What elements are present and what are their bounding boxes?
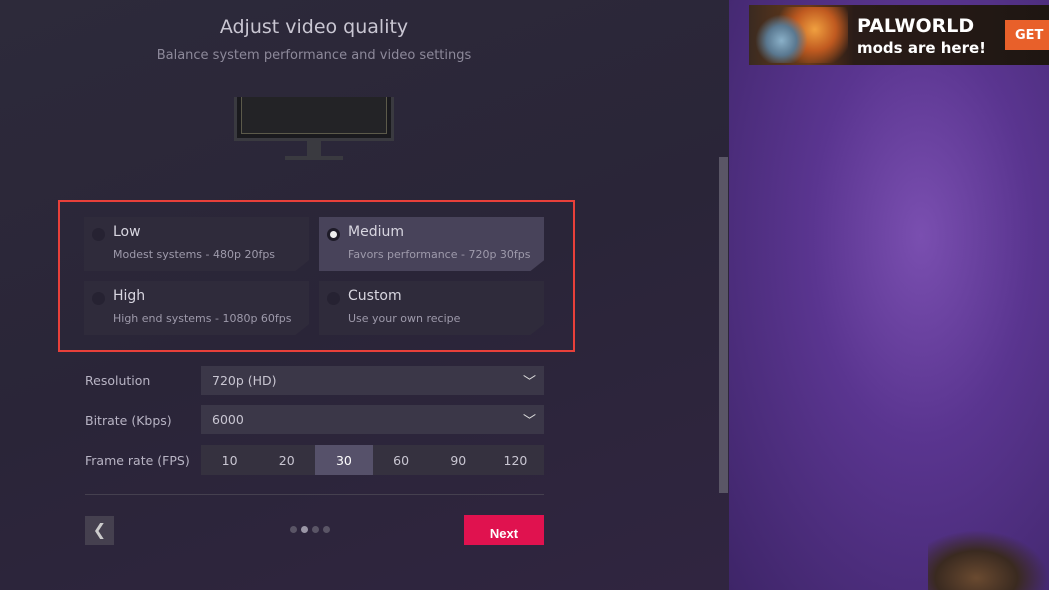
page-dot [290, 526, 297, 533]
ad-banner[interactable]: PALWORLD mods are here! GET [749, 5, 1049, 65]
preset-name: Low [113, 224, 141, 240]
chevron-down-icon: ﹀ [523, 410, 536, 429]
bitrate-select[interactable]: 6000 ﹀ [201, 405, 544, 434]
preset-name: Custom [348, 288, 402, 304]
back-button[interactable]: ❮ [85, 516, 114, 545]
radio-icon[interactable] [327, 292, 340, 305]
resolution-value: 720p (HD) [212, 373, 277, 388]
fps-option[interactable]: 10 [201, 445, 258, 475]
framerate-label: Frame rate (FPS) [85, 453, 190, 468]
preset-low[interactable]: Low Modest systems - 480p 20fps [84, 217, 309, 271]
preset-desc: High end systems - 1080p 60fps [113, 312, 292, 325]
monitor-stand [285, 141, 343, 161]
fps-option[interactable]: 60 [373, 445, 430, 475]
background-art [729, 0, 1049, 590]
chevron-down-icon: ﹀ [523, 371, 536, 390]
bitrate-value: 6000 [212, 412, 244, 427]
radio-icon[interactable] [327, 228, 340, 241]
page-dot [323, 526, 330, 533]
preset-desc: Favors performance - 720p 30fps [348, 248, 531, 261]
fps-option[interactable]: 90 [430, 445, 487, 475]
radio-icon[interactable] [92, 292, 105, 305]
preset-desc: Modest systems - 480p 20fps [113, 248, 275, 261]
ad-title: PALWORLD [857, 15, 974, 37]
monitor-illustration [234, 97, 394, 141]
framerate-selector: 10 20 30 60 90 120 [201, 445, 544, 475]
preset-medium[interactable]: Medium Favors performance - 720p 30fps [319, 217, 544, 271]
ad-subtitle: mods are here! [857, 39, 986, 57]
fps-option-selected[interactable]: 30 [315, 445, 372, 475]
fps-option[interactable]: 20 [258, 445, 315, 475]
preset-desc: Use your own recipe [348, 312, 460, 325]
next-button[interactable]: Next [464, 515, 544, 545]
radio-icon[interactable] [92, 228, 105, 241]
page-dot-active [301, 526, 308, 533]
preset-name: Medium [348, 224, 404, 240]
ad-artwork [753, 7, 848, 63]
resolution-label: Resolution [85, 373, 150, 388]
preset-custom[interactable]: Custom Use your own recipe [319, 281, 544, 335]
divider [85, 494, 544, 495]
preset-high[interactable]: High High end systems - 1080p 60fps [84, 281, 309, 335]
fps-option[interactable]: 120 [487, 445, 544, 475]
page-subtitle: Balance system performance and video set… [0, 48, 628, 63]
corner-artwork [928, 530, 1049, 590]
resolution-select[interactable]: 720p (HD) ﹀ [201, 366, 544, 395]
scrollbar[interactable] [719, 157, 728, 493]
page-title: Adjust video quality [0, 16, 628, 38]
bitrate-label: Bitrate (Kbps) [85, 413, 172, 428]
page-dot [312, 526, 319, 533]
page-indicator [290, 526, 330, 533]
ad-cta-button[interactable]: GET [1005, 20, 1049, 50]
chevron-left-icon: ❮ [93, 520, 106, 539]
preset-name: High [113, 288, 145, 304]
